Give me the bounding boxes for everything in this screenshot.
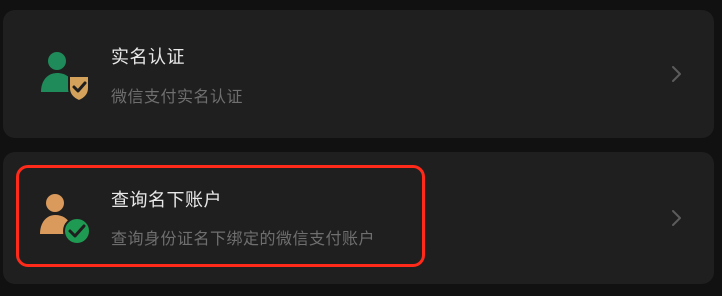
chevron-right-icon	[670, 64, 684, 84]
query-accounts-item[interactable]: 查询名下账户 查询身份证名下绑定的微信支付账户	[3, 152, 714, 284]
item-subtitle: 查询身份证名下绑定的微信支付账户	[111, 229, 376, 248]
item-title: 实名认证	[111, 47, 185, 68]
item-title: 查询名下账户	[111, 190, 222, 211]
real-name-verification-item[interactable]: 实名认证 微信支付实名认证	[3, 10, 714, 138]
user-verified-shield-icon	[37, 48, 91, 103]
user-accounts-check-icon	[37, 190, 91, 245]
item-subtitle: 微信支付实名认证	[111, 87, 244, 106]
chevron-right-icon	[670, 208, 684, 228]
